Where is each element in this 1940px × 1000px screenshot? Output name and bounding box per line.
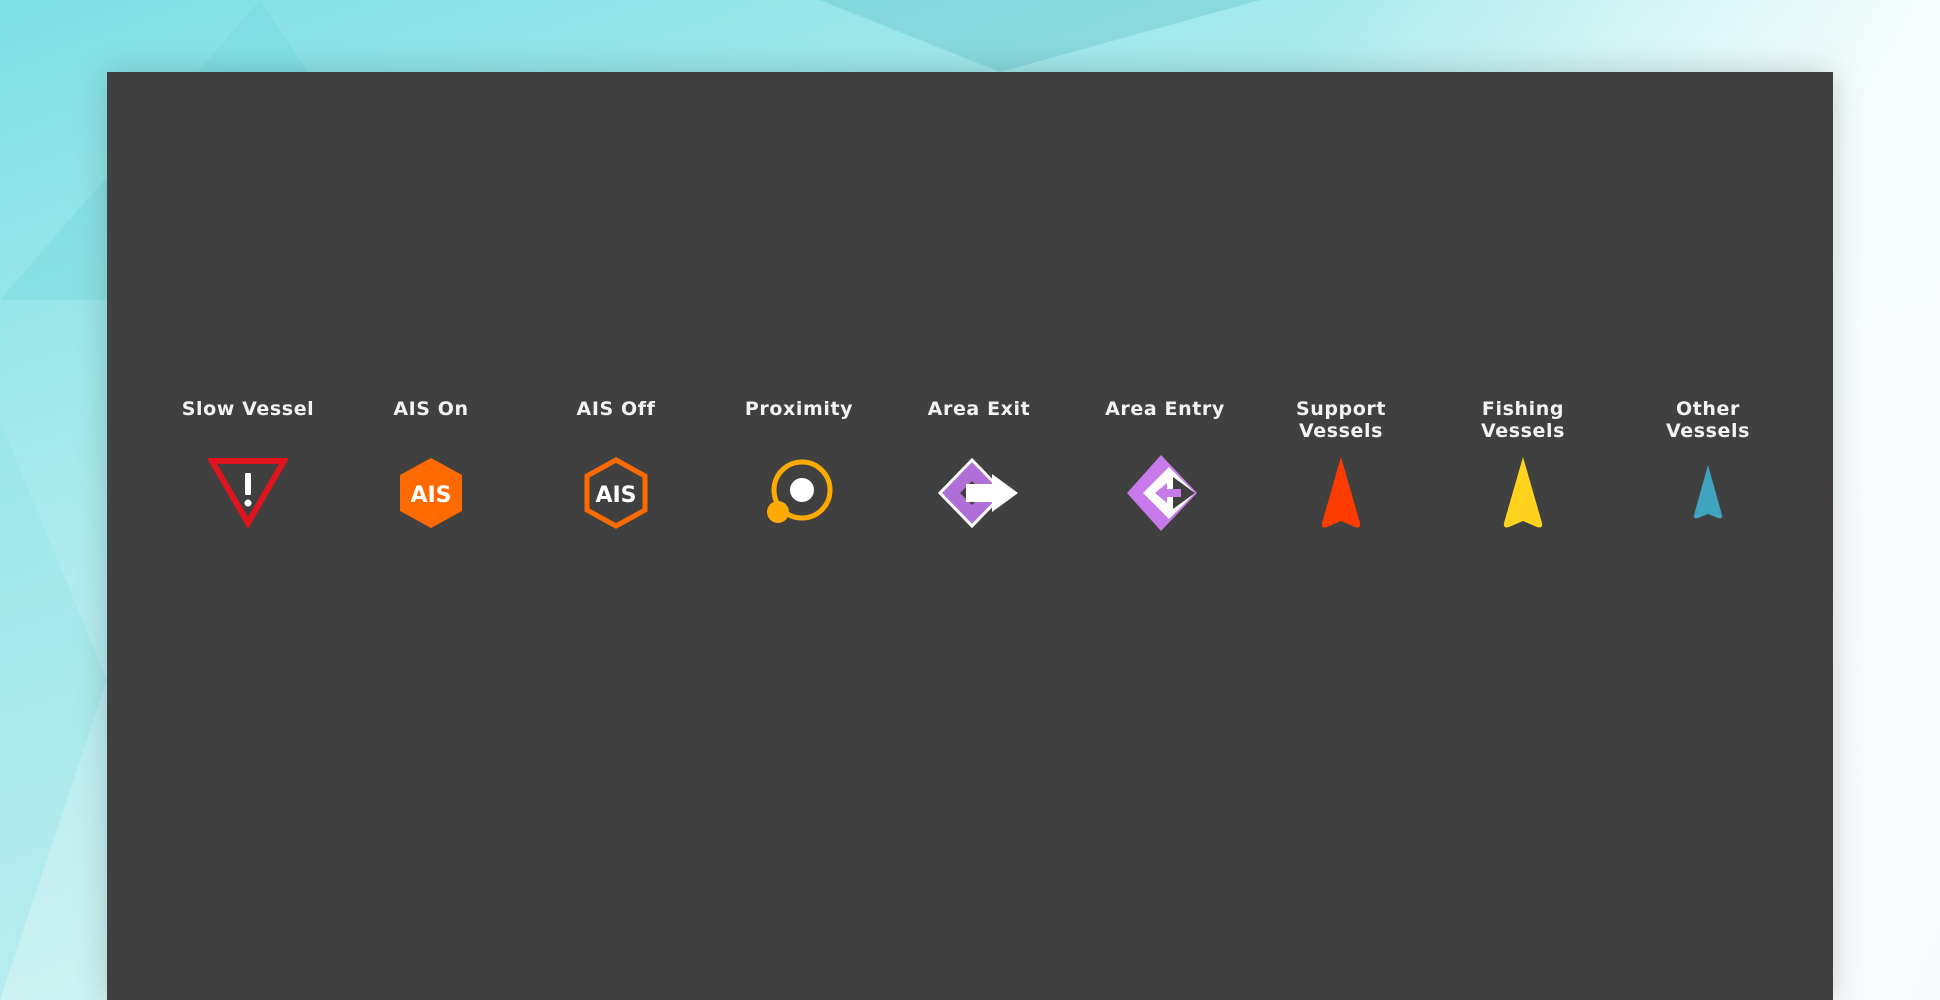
legend-item-area-entry: Area Entry (1080, 398, 1250, 538)
legend-item-ais-on: AIS On AIS (346, 398, 516, 538)
legend-item-fishing-vessels: Fishing Vessels (1438, 398, 1608, 538)
ais-on-icon: AIS (386, 448, 476, 538)
legend-label: Fishing Vessels (1480, 398, 1566, 442)
other-vessel-icon (1663, 448, 1753, 538)
slow-vessel-warning-icon (203, 448, 293, 538)
area-entry-icon (1120, 448, 1210, 538)
svg-text:AIS: AIS (595, 483, 636, 508)
legend-label: Support Vessels (1295, 398, 1387, 442)
legend-label: Slow Vessel (181, 398, 315, 420)
background-facet (0, 420, 107, 1000)
legend-label: AIS On (393, 398, 469, 420)
legend-item-other-vessels: Other Vessels (1623, 398, 1793, 538)
legend-item-support-vessels: Support Vessels (1256, 398, 1426, 538)
background-facet (820, 0, 1260, 72)
alert-legend: Slow Vessel AIS On AIS AIS Off AIS Proxi… (107, 398, 1833, 638)
legend-label: Proximity (744, 398, 854, 420)
legend-panel: Slow Vessel AIS On AIS AIS Off AIS Proxi… (107, 72, 1833, 1000)
legend-item-area-exit: Area Exit (894, 398, 1064, 538)
area-exit-icon (934, 448, 1024, 538)
legend-item-proximity: Proximity (714, 398, 884, 538)
legend-label: Other Vessels (1665, 398, 1751, 442)
legend-label: Area Exit (927, 398, 1031, 420)
fishing-vessel-icon (1478, 448, 1568, 538)
support-vessel-icon (1296, 448, 1386, 538)
legend-label: AIS Off (576, 398, 656, 420)
svg-text:AIS: AIS (410, 483, 451, 508)
legend-item-slow-vessel: Slow Vessel (163, 398, 333, 538)
legend-label: Area Entry (1105, 398, 1225, 420)
proximity-icon (754, 448, 844, 538)
legend-item-ais-off: AIS Off AIS (531, 398, 701, 538)
ais-off-icon: AIS (571, 448, 661, 538)
